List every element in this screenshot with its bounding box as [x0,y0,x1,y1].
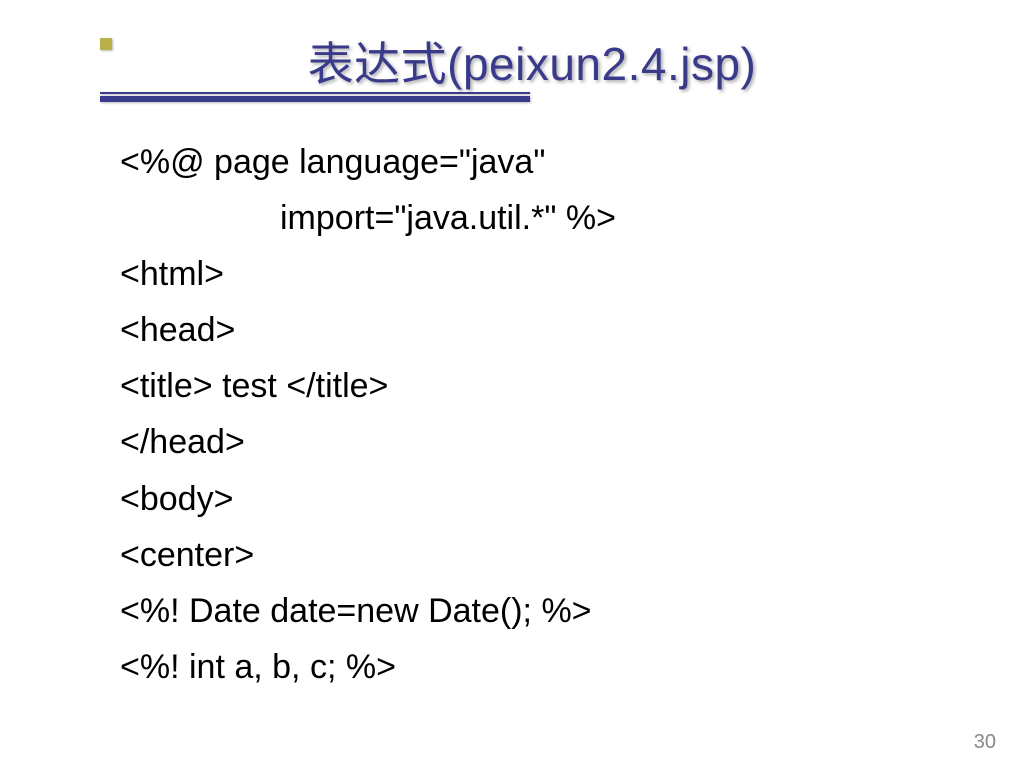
title-area: 表达式(peixun2.4.jsp) [100,20,964,94]
underline-thick [100,96,530,102]
title-accent-square [100,38,112,50]
code-line: <center> [120,527,964,583]
code-line: <%! Date date=new Date(); %> [120,583,964,639]
underline-thin [100,92,530,94]
page-number: 30 [974,731,996,754]
code-line: <body> [120,471,964,527]
code-line: <%@ page language="java" [120,134,964,190]
slide-container: 表达式(peixun2.4.jsp) <%@ page language="ja… [0,0,1024,768]
code-line: <head> [120,302,964,358]
title-underline [100,92,530,100]
code-line: </head> [120,414,964,470]
code-line: <%! int a, b, c; %> [120,639,964,695]
code-content: <%@ page language="java" import="java.ut… [120,134,964,695]
code-line: import="java.util.*" %> [120,190,964,246]
code-line: <title> test </title> [120,358,964,414]
code-line: <html> [120,246,964,302]
slide-title: 表达式(peixun2.4.jsp) [100,28,964,94]
